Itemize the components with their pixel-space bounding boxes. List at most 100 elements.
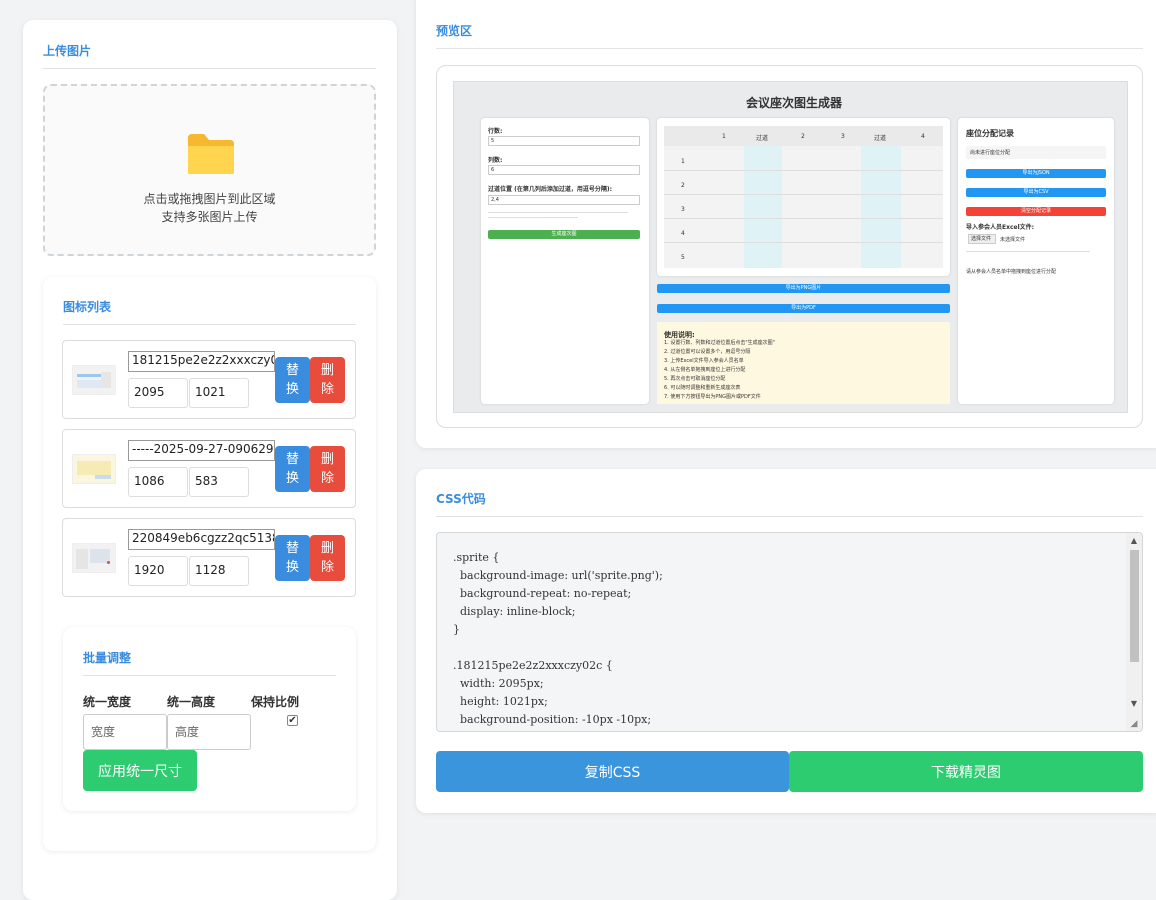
icon-list-title: 图标列表 [63,300,112,314]
divider [83,675,336,676]
mini-aisle-input: 2,4 [488,195,640,205]
preview-frame: 会议座次图生成器 行数: 5 列数: 6 过道位置 (在第几列后添加过道，用逗号… [436,65,1143,428]
mini-hint-line [488,217,578,218]
mini-clear-button: 清空分配记录 [966,207,1106,216]
mini-aisle-column [744,126,782,268]
divider [43,68,376,69]
scroll-thumb[interactable] [1130,550,1139,662]
scroll-up-icon[interactable]: ▲ [1129,536,1139,548]
replace-button[interactable]: 替 换 [275,357,310,403]
mini-row-divider [664,218,943,219]
batch-title: 批量调整 [83,651,132,665]
unified-width-input[interactable]: 宽度 [83,714,167,750]
mini-rows-input: 5 [488,136,640,146]
upload-dropzone[interactable]: 点击或拖拽图片到此区域 支持多张图片上传 [43,84,376,256]
unified-height-input[interactable]: 高度 [167,714,251,750]
mini-col-header: 1 [722,133,726,140]
mini-record-title: 座位分配记录 [966,129,1014,138]
css-code-textarea[interactable]: .sprite { background-image: url('sprite.… [436,532,1143,732]
upload-title: 上传图片 [43,44,92,58]
icon-height-input[interactable]: 1128 [189,556,249,586]
icon-thumbnail [72,543,116,573]
mini-record-empty: 尚未进行座位分配 [970,150,1011,156]
mini-import-hint: 请从参会人员名单中拖拽到座位进行分配 [966,269,1057,275]
mini-file-status: 未选择文件 [1000,237,1026,243]
icon-name-input[interactable]: -----2025-09-27-090629-6! [128,440,275,461]
mini-usage-line: 6. 可以随时调整和重新生成座次表 [664,385,741,391]
icon-item: -----2025-09-27-090629-6! 1086 583 替 换 删… [62,429,356,508]
mini-usage-line: 2. 过道位置可以设置多个，用逗号分隔 [664,349,751,355]
icon-name-input[interactable]: 181215pe2e2z2xxxczy02c [128,351,275,372]
keep-ratio-label: 保持比例 [251,695,300,709]
delete-label: 删 除 [320,541,334,575]
replace-button[interactable]: 替 换 [275,446,310,492]
icon-name-input[interactable]: 220849eb6cgzz2qc513862 [128,529,275,550]
folder-icon [188,134,234,174]
mini-row-header: 3 [681,206,685,213]
css-code-panel: CSS代码 .sprite { background-image: url('s… [416,469,1156,813]
delete-label: 删 除 [320,452,334,486]
divider [436,516,1143,517]
mini-row-header: 2 [681,182,685,189]
mini-rows-label: 行数: [488,128,503,135]
divider [436,48,1143,49]
copy-css-button[interactable]: 复制CSS [436,751,789,792]
delete-label: 删 除 [320,363,334,397]
icon-width-input[interactable]: 1920 [128,556,188,586]
mini-file-button: 选择文件 [968,234,996,244]
mini-col-header: 2 [801,133,805,140]
mini-usage-line: 5. 再次点击可取消座位分配 [664,376,726,382]
icon-height-input[interactable]: 1021 [189,378,249,408]
mini-usage-line: 7. 使用下方按钮导出为PNG图片或PDF文件 [664,394,761,400]
scrollbar[interactable]: ▲ ▼ ◢ [1126,533,1142,731]
scroll-down-icon[interactable]: ▼ [1129,699,1139,711]
replace-label: 替 换 [285,452,299,486]
divider [63,324,356,325]
mini-aisle-label: 过道位置 (在第几列后添加过道，用逗号分隔): [488,186,612,193]
mini-col-header: 过道 [756,135,769,142]
mini-generate-button: 生成座次图 [488,230,640,239]
mini-export-json-button: 导出为JSON [966,169,1106,178]
icon-height-input[interactable]: 583 [189,467,249,497]
delete-button[interactable]: 删 除 [310,357,345,403]
mini-title: 会议座次图生成器 [746,96,843,110]
sprite-preview-image: 会议座次图生成器 行数: 5 列数: 6 过道位置 (在第几列后添加过道，用逗号… [453,81,1128,413]
icon-width-input[interactable]: 1086 [128,467,188,497]
css-code-text: .sprite { background-image: url('sprite.… [453,551,663,726]
keep-ratio-checkbox[interactable]: ✔ [287,715,298,726]
mini-col-header: 4 [921,133,925,140]
mini-seat-card: 1 过道 2 3 过道 4 1 2 3 4 5 [657,118,950,276]
download-sprite-button[interactable]: 下载精灵图 [789,751,1143,792]
icon-width-input[interactable]: 2095 [128,378,188,408]
upload-hint-line2: 支持多张图片上传 [161,210,258,224]
unified-width-label: 统一宽度 [83,695,132,709]
mini-row-header: 5 [681,254,685,261]
apply-size-button[interactable]: 应用统一尺寸 [83,750,197,791]
mini-row-divider [664,170,943,171]
replace-label: 替 换 [285,541,299,575]
icon-thumbnail [72,454,116,484]
mini-usage-line: 3. 上传Excel文件导入参会人员名单 [664,358,744,364]
mini-usage-line: 1. 设置行数、列数和过道位置后点击"生成座次图" [664,340,775,346]
mini-seat-table: 1 过道 2 3 过道 4 1 2 3 4 5 [664,126,943,268]
mini-record-box: 尚未进行座位分配 [966,146,1106,159]
mini-export-png-button: 导出为PNG图片 [657,284,950,293]
mini-col-header: 3 [841,133,845,140]
mini-row-header: 1 [681,158,685,165]
icon-thumbnail [72,365,116,395]
mini-hint-line [966,251,1090,252]
mini-row-divider [664,194,943,195]
delete-button[interactable]: 删 除 [310,535,345,581]
mini-row-header: 4 [681,230,685,237]
mini-usage-box: 使用说明: 1. 设置行数、列数和过道位置后点击"生成座次图" 2. 过道位置可… [657,322,950,404]
resize-grip-icon[interactable]: ◢ [1129,719,1139,731]
mini-cols-input: 6 [488,165,640,175]
preview-panel: 预览区 会议座次图生成器 行数: 5 列数: 6 过道位置 (在第几列后添加过道… [416,0,1156,448]
mini-aisle-column [861,126,901,268]
mini-col-header: 过道 [874,135,887,142]
replace-button[interactable]: 替 换 [275,535,310,581]
delete-button[interactable]: 删 除 [310,446,345,492]
mini-cols-label: 列数: [488,157,503,164]
css-title: CSS代码 [436,492,486,506]
mini-record-card: 座位分配记录 尚未进行座位分配 导出为JSON 导出为CSV 清空分配记录 导入… [958,118,1114,404]
